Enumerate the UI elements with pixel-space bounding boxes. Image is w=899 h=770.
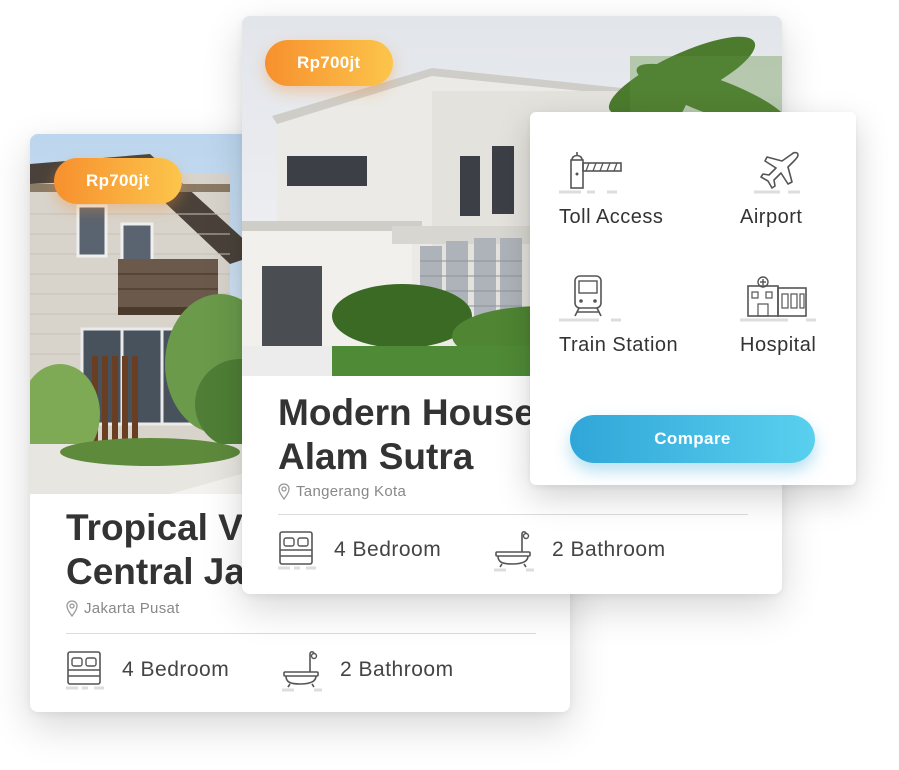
price-badge: Rp700jt [54,158,182,204]
amenity-hospital[interactable]: Hospital [740,274,826,357]
amenity-toll-access[interactable]: Toll Access [559,146,663,229]
bathtub-icon [494,530,534,572]
feature-bedroom: 4 Bedroom [64,648,229,692]
bathroom-count: 2 Bathroom [552,538,666,561]
amenity-train-station[interactable]: Train Station [559,274,678,357]
train-icon [559,275,621,322]
feature-bathroom: 2 Bathroom [280,648,454,692]
location-text: Tangerang Kota [296,483,407,500]
airplane-icon [754,151,800,194]
divider [278,514,748,515]
hospital-icon [740,276,816,322]
listing-location: Jakarta Pusat [66,600,180,617]
amenities-popup: Toll Access Airport Train Station Hospit… [530,112,856,485]
amenity-label: Hospital [740,334,817,356]
toll-gate-icon [559,152,622,194]
compare-button[interactable]: Compare [570,415,815,463]
amenity-label: Toll Access [559,206,664,228]
bedroom-count: 4 Bedroom [122,658,230,681]
bed-icon [66,651,104,690]
bed-icon [278,531,316,570]
amenity-label: Airport [740,206,803,228]
bedroom-count: 4 Bedroom [334,538,442,561]
price-badge: Rp700jt [265,40,393,86]
location-pin-icon [66,600,78,617]
feature-bedroom: 4 Bedroom [276,528,441,572]
bathtub-icon [282,650,322,692]
amenity-airport[interactable]: Airport [740,146,810,229]
divider [66,633,536,634]
feature-bathroom: 2 Bathroom [492,528,666,572]
amenity-label: Train Station [559,334,679,356]
location-pin-icon [278,483,290,500]
location-text: Jakarta Pusat [84,600,180,617]
bathroom-count: 2 Bathroom [340,658,454,681]
listing-location: Tangerang Kota [278,483,406,500]
